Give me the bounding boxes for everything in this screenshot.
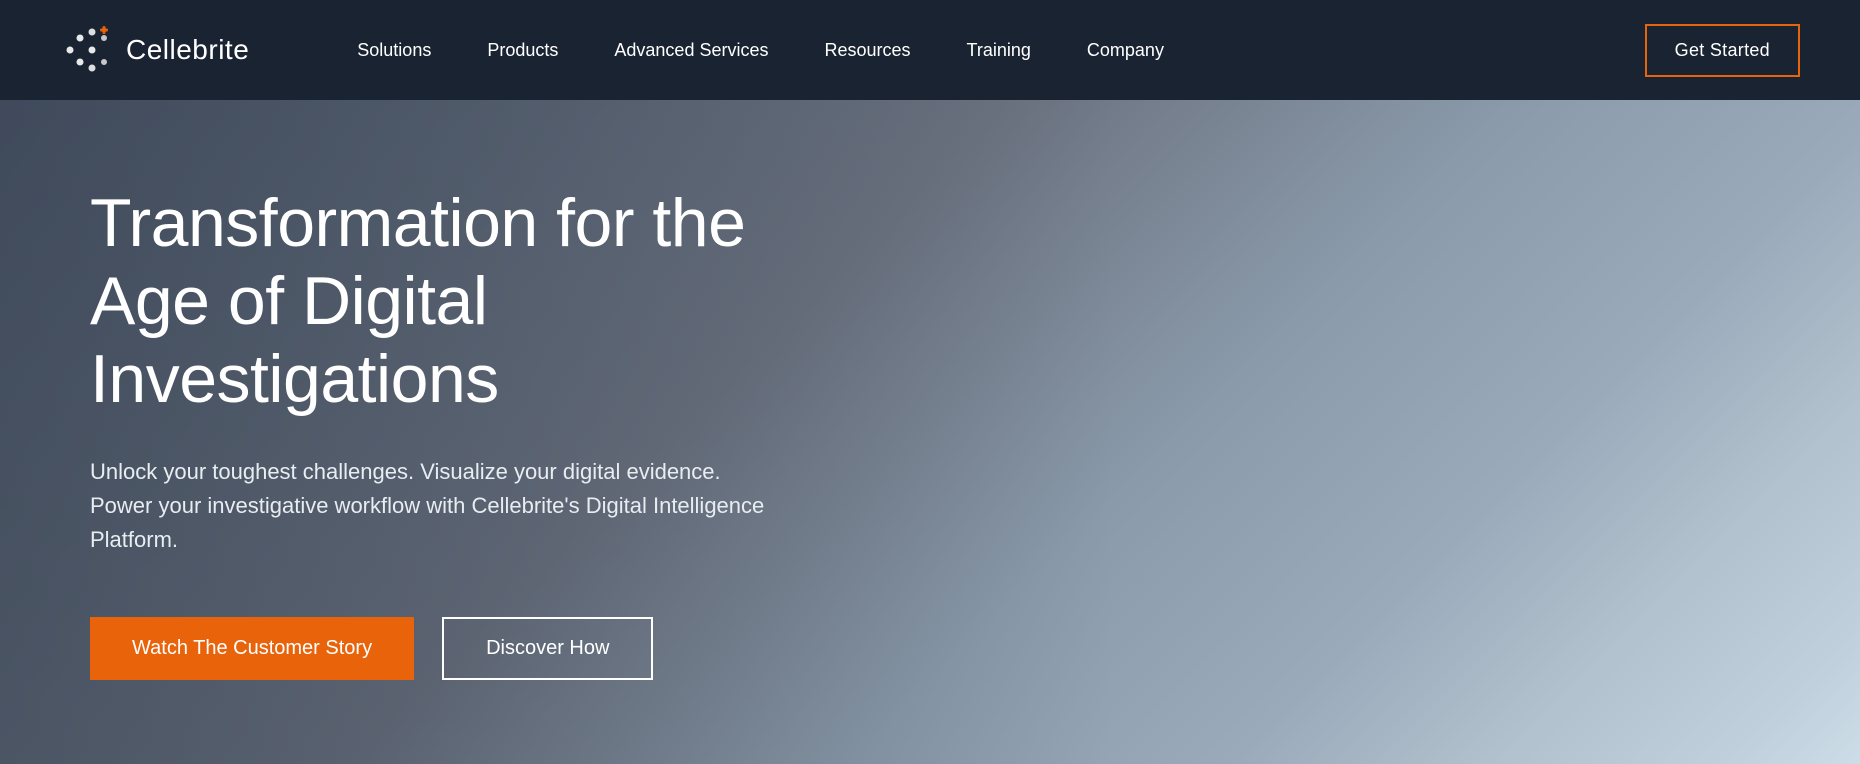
nav-link-products[interactable]: Products <box>459 40 586 61</box>
nav-link-advanced-services[interactable]: Advanced Services <box>586 40 796 61</box>
logo-area[interactable]: Cellebrite <box>60 24 249 76</box>
nav-link-solutions[interactable]: Solutions <box>329 40 459 61</box>
brand-name: Cellebrite <box>126 34 249 66</box>
hero-section: Transformation for the Age of Digital In… <box>0 100 1860 764</box>
cellebrite-logo-icon <box>60 24 112 76</box>
nav-links: Solutions Products Advanced Services Res… <box>329 40 1644 61</box>
watch-customer-story-button[interactable]: Watch The Customer Story <box>90 617 414 680</box>
nav-link-resources[interactable]: Resources <box>796 40 938 61</box>
nav-link-training[interactable]: Training <box>939 40 1059 61</box>
navbar: Cellebrite Solutions Products Advanced S… <box>0 0 1860 100</box>
hero-title: Transformation for the Age of Digital In… <box>90 184 850 419</box>
hero-buttons: Watch The Customer Story Discover How <box>90 617 850 680</box>
discover-how-button[interactable]: Discover How <box>442 617 653 680</box>
nav-link-company[interactable]: Company <box>1059 40 1192 61</box>
hero-subtitle: Unlock your toughest challenges. Visuali… <box>90 455 770 557</box>
get-started-button[interactable]: Get Started <box>1645 24 1800 77</box>
hero-content: Transformation for the Age of Digital In… <box>90 184 850 680</box>
